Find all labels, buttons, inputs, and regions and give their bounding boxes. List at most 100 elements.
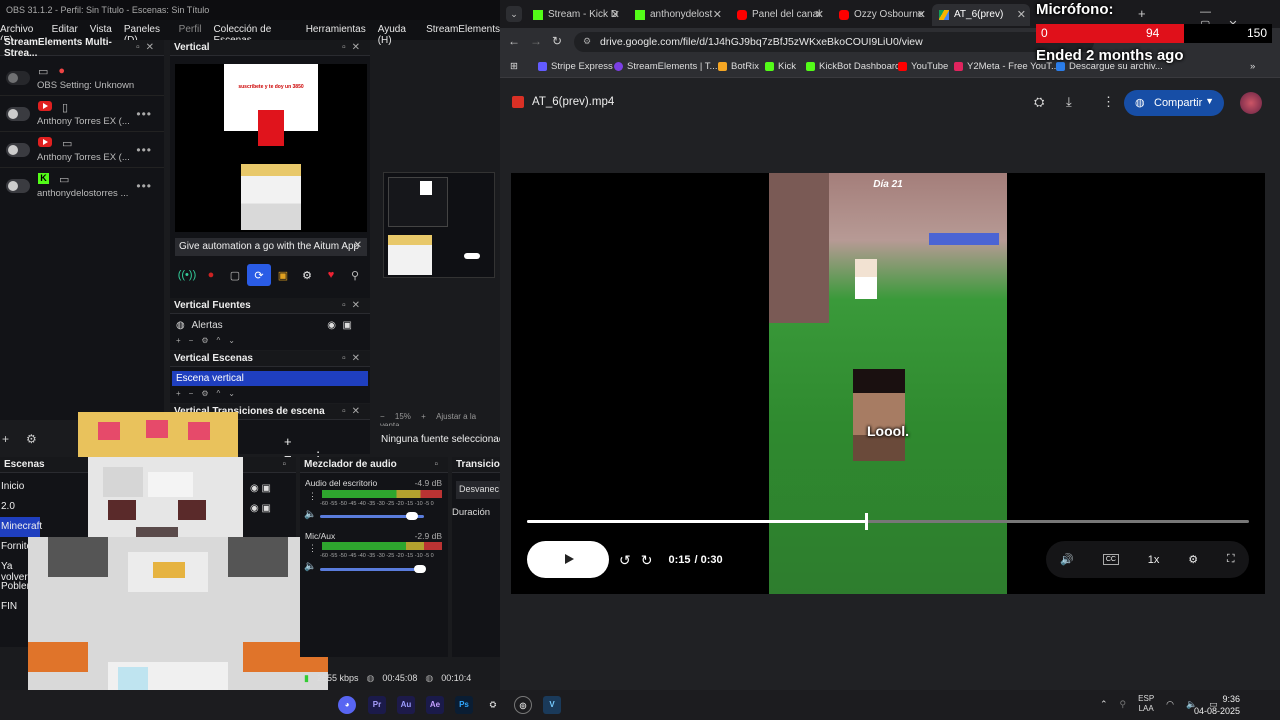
bookmark-item[interactable]: KickBot Dashboard — [806, 61, 900, 72]
menu-streamelements[interactable]: StreamElements — [426, 24, 500, 40]
tab-drive-active[interactable]: AT_6(prev) ✕ — [932, 4, 1030, 26]
bookmark-item[interactable]: BotRix — [718, 61, 759, 72]
seek-handle[interactable] — [865, 513, 869, 530]
chevron-down-icon[interactable]: ▼ — [1205, 96, 1214, 106]
scene-item-selected[interactable]: Escena vertical — [172, 371, 368, 386]
heart-icon[interactable]: ♥ — [319, 264, 343, 286]
video-player[interactable]: Día 21 Loool. ↺ ↻ 0:15 / 0:30 🔊 CC 1x ⚙ … — [511, 173, 1265, 594]
speaker-icon[interactable]: 🔈 — [304, 509, 316, 520]
dock-controls[interactable]: ▫✕ — [136, 42, 160, 53]
forward-10-icon[interactable]: ↻ — [641, 552, 653, 569]
transition-select[interactable]: Desvanec — [456, 481, 500, 499]
dock-controls[interactable]: ▫✕ — [342, 406, 366, 417]
captions-icon[interactable]: CC — [1102, 554, 1119, 565]
address-bar[interactable]: ⚙ drive.google.com/file/d/1J4hGJ9bq7zBfJ… — [574, 32, 1094, 52]
download-icon[interactable]: ⤓ — [1066, 94, 1072, 110]
obs-icon[interactable]: ◎ — [514, 696, 532, 714]
play-button[interactable] — [527, 541, 609, 578]
avatar[interactable] — [1240, 92, 1262, 114]
stream-toggle[interactable] — [6, 143, 30, 157]
dock-controls[interactable]: ▫✕ — [342, 42, 366, 53]
bookmark-item[interactable]: YouTube — [898, 61, 948, 72]
lock-icon[interactable]: ▣ — [343, 320, 352, 331]
photoshop-icon[interactable]: Ps — [455, 696, 473, 714]
menu-perfil[interactable]: Perfil — [179, 24, 202, 40]
chevron-up-icon[interactable]: ⌃ — [1100, 699, 1108, 710]
replay-icon[interactable]: ⟳ — [247, 264, 271, 286]
stream-toggle[interactable] — [6, 71, 30, 85]
stop-icon[interactable]: ▢ — [223, 264, 247, 286]
close-icon[interactable]: ✕ — [354, 240, 362, 251]
zoom-minus[interactable]: − — [380, 412, 385, 421]
source-toolbar[interactable]: +−⚙^⌄ — [176, 336, 243, 345]
apps-icon[interactable]: ⊞ — [510, 61, 518, 72]
more-options-icon[interactable]: ••• — [136, 107, 152, 121]
source-item[interactable]: ◍ Alertas ◉ ▣ — [176, 320, 366, 331]
language-indicator[interactable]: ESP LAA — [1138, 694, 1154, 714]
back-icon[interactable]: ← — [508, 34, 520, 48]
more-options-icon[interactable]: ⋮ — [308, 543, 317, 554]
fullscreen-icon[interactable]: ⛶ — [1227, 553, 1235, 566]
speaker-icon[interactable]: 🔈 — [304, 561, 316, 572]
gear-icon[interactable]: ⚙ — [295, 264, 319, 286]
volume-slider[interactable] — [320, 565, 426, 573]
steam-icon[interactable]: ⛭ — [484, 696, 502, 714]
audition-icon[interactable]: Au — [397, 696, 415, 714]
tab-kick-stream[interactable]: Stream - Kick D ✕ — [526, 4, 624, 26]
mic-icon[interactable]: ⚲ — [1120, 699, 1127, 710]
record-icon[interactable]: ● — [199, 264, 223, 286]
add-icon[interactable]: + — [2, 432, 9, 446]
vegas-icon[interactable]: V — [543, 696, 561, 714]
close-icon[interactable]: ✕ — [1017, 8, 1026, 21]
forward-icon[interactable]: → — [530, 34, 542, 48]
eye-icon[interactable]: ◉ — [327, 320, 336, 331]
site-info-icon[interactable]: ⚙ — [583, 36, 591, 47]
more-options-icon[interactable]: ⋮ — [308, 491, 317, 502]
rewind-10-icon[interactable]: ↺ — [619, 552, 631, 569]
system-clock[interactable]: 9:36 04-08-2025 — [1194, 693, 1240, 717]
bookmark-item[interactable]: StreamElements | T... — [614, 61, 717, 72]
slider-knob[interactable] — [414, 565, 426, 573]
dock-controls[interactable]: ▫ — [434, 459, 444, 470]
more-options-icon[interactable]: ••• — [136, 179, 152, 193]
plugin-icon[interactable]: ⚲ — [343, 264, 367, 286]
volume-icon[interactable]: 🔊 — [1060, 553, 1074, 566]
slider-knob[interactable] — [406, 512, 418, 520]
aftereffects-icon[interactable]: Ae — [426, 696, 444, 714]
close-icon[interactable]: ✕ — [917, 8, 926, 21]
close-icon[interactable]: ✕ — [815, 8, 824, 21]
close-icon[interactable]: ✕ — [611, 8, 620, 21]
wifi-icon[interactable]: ◠ — [1166, 699, 1174, 710]
share-button[interactable]: ◍ Compartir ▼ — [1124, 90, 1224, 116]
dock-controls[interactable]: ▫✕ — [342, 353, 366, 364]
tab-youtube-ozzy[interactable]: Ozzy Osbourne ✕ — [832, 4, 930, 26]
scene-toolbar[interactable]: +−⚙^⌄ — [176, 389, 243, 398]
zoom-plus[interactable]: + — [421, 412, 426, 421]
stream-icon[interactable]: ((•)) — [175, 264, 199, 286]
tab-youtube-panel[interactable]: Panel del canal ✕ — [730, 4, 828, 26]
reload-icon[interactable]: ↻ — [552, 34, 562, 48]
tab-kick-channel[interactable]: anthonydelost ✕ — [628, 4, 726, 26]
bookmark-item[interactable]: Kick — [765, 61, 796, 72]
tab-search-icon[interactable]: ⌄ — [506, 6, 522, 22]
stream-toggle[interactable] — [6, 107, 30, 121]
more-options-icon[interactable]: ••• — [136, 143, 152, 157]
discord-icon[interactable]: ◕ — [338, 696, 356, 714]
close-icon[interactable]: ✕ — [713, 8, 722, 21]
menu-coleccion[interactable]: Colección de Escenas — [213, 24, 293, 46]
bookmark-item[interactable]: Stripe Express — [538, 61, 613, 72]
speed-button[interactable]: 1x — [1148, 554, 1160, 566]
more-options-icon[interactable]: ⋮ — [1102, 94, 1115, 110]
volume-slider[interactable] — [320, 512, 424, 520]
stream-toggle[interactable] — [6, 179, 30, 193]
menu-ayuda[interactable]: Ayuda (H) — [378, 24, 414, 46]
main-preview[interactable] — [383, 172, 495, 278]
seek-bar[interactable] — [527, 513, 1249, 530]
menu-herramientas[interactable]: Herramientas — [306, 24, 366, 40]
dock-controls[interactable]: ▫✕ — [342, 300, 366, 311]
premiere-icon[interactable]: Pr — [368, 696, 386, 714]
add-to-drive-icon[interactable]: ⛭ — [1034, 94, 1044, 110]
gear-icon[interactable]: ⚙ — [1188, 553, 1198, 566]
folder-icon[interactable]: ▣ — [271, 264, 295, 286]
vertical-preview[interactable]: suscríbete y te doy un 3850 — [175, 64, 367, 232]
